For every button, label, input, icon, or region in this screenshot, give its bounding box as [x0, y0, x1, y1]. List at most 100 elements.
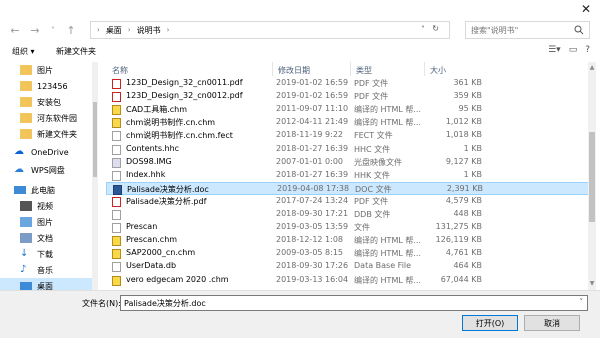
file-row[interactable]: Palisade决策分析.doc 2019-04-08 17:38 DOC 文件 2,… — [106, 181, 590, 195]
nav-item[interactable]: 视频 — [20, 198, 53, 214]
file-row[interactable]: Index.hhk 2018-01-27 16:39 HHK 文件 1 KB — [106, 169, 590, 182]
chevron-down-icon[interactable]: ˅ — [421, 25, 425, 34]
file-row[interactable]: UserData.db 2018-09-30 17:26 Data Base Fil… — [106, 260, 590, 273]
file-list: 名称 修改日期 类型 大小 123D_Design_32_cn0011.pdf 2… — [106, 62, 590, 290]
help-icon[interactable]: ? — [585, 45, 590, 55]
file-row[interactable]: vero edgecam 2020 .chm 2019-03-13 16:04 编译… — [106, 274, 590, 287]
scroll-down-icon[interactable]: ▼ — [589, 280, 595, 288]
file-row[interactable]: Prescan.chm 2018-12-12 1:08 编译的 HTML 帮... 1… — [106, 234, 590, 247]
up-icon[interactable]: ↑ — [64, 23, 78, 37]
column-header: 名称 修改日期 类型 大小 — [106, 62, 590, 76]
file-type: Data Base File — [354, 261, 412, 271]
forward-icon[interactable]: → — [28, 23, 42, 37]
address-row: ← → ˅ ↑ › 桌面 › 说明书 › ˅ ↻ 搜索"说明书" — [0, 18, 600, 42]
nav-item[interactable]: 图片 — [20, 62, 53, 78]
filename-input[interactable]: Palisade决策分析.doc ˅ — [120, 295, 588, 311]
nav-item[interactable]: 文档 — [20, 230, 53, 246]
scroll-thumb[interactable] — [93, 102, 97, 177]
refresh-icon[interactable]: ↻ — [432, 24, 439, 33]
file-row[interactable]: SAP2000_cn.chm 2009-03-05 8:15 编译的 HTML 帮.… — [106, 247, 590, 260]
organize-button[interactable]: 组织 ▾ — [12, 46, 35, 57]
file-type: 光盘映像文件 — [354, 157, 402, 167]
nav-item[interactable]: 新建文件夹 — [20, 126, 77, 142]
file-type: PDF 文件 — [354, 79, 389, 88]
chm-file-icon — [112, 105, 121, 116]
pdf-file-icon — [112, 196, 121, 207]
nav-item-wps[interactable]: ☁ WPS网盘 — [14, 162, 65, 178]
cancel-button[interactable]: 取消 — [524, 315, 580, 331]
file-row[interactable]: Prescan 2019-03-05 13:59 文件 131,275 KB — [106, 221, 590, 234]
column-divider[interactable] — [350, 62, 351, 76]
open-button[interactable]: 打开(O) — [462, 315, 518, 331]
file-date: 2019-01-02 16:59 — [276, 78, 349, 87]
nav-item[interactable]: 图片 — [20, 214, 53, 230]
nav-item-onedrive[interactable]: ☁ OneDrive — [14, 144, 69, 160]
view-options-icon[interactable]: ☰▾ — [548, 45, 561, 55]
file-icon — [112, 262, 121, 273]
file-row[interactable]: Palisade决策分析.pdf 2017-07-24 13:24 PDF 文件 4,… — [106, 195, 590, 208]
file-row[interactable]: chm说明书制作.cn.chm 2012-04-11 21:49 编译的 HTML … — [106, 116, 590, 129]
file-type: 编译的 HTML 帮... — [354, 236, 421, 246]
filename-value: Palisade决策分析.doc — [124, 298, 206, 308]
file-size: 1 KB — [463, 143, 482, 153]
preview-pane-icon[interactable]: ▭ — [569, 45, 578, 55]
file-type: DOC 文件 — [355, 184, 392, 194]
file-name: 123D_Design_32_cn0012.pdf — [126, 91, 243, 101]
file-list-scrollbar[interactable]: ▲ ▼ — [588, 62, 596, 290]
search-placeholder: 搜索"说明书" — [471, 25, 519, 35]
address-bar[interactable]: › 桌面 › 说明书 › ˅ ↻ — [90, 21, 450, 39]
file-row[interactable]: Contents.hhc 2018-01-27 16:39 HHC 文件 1 KB — [106, 143, 590, 156]
column-divider[interactable] — [272, 62, 273, 76]
pdf-file-icon — [112, 92, 121, 103]
file-name: CAD工具箱.chm — [126, 105, 188, 115]
file-size: 4,761 KB — [445, 248, 482, 258]
new-folder-button[interactable]: 新建文件夹 — [56, 46, 96, 57]
nav-scrollbar[interactable] — [92, 62, 98, 290]
nav-item[interactable]: ♪ 音乐 — [20, 262, 53, 278]
file-row[interactable]: chm说明书制作.cn.chm.fect 2018-11-19 9:22 FECT … — [106, 129, 590, 142]
file-size: 359 KB — [453, 91, 482, 101]
nav-item[interactable]: 安装包 — [20, 94, 61, 110]
nav-item[interactable]: 123456 — [20, 78, 68, 94]
scroll-thumb[interactable] — [589, 132, 595, 222]
file-type: HHK 文件 — [354, 170, 390, 180]
file-date: 2018-09-30 17:21 — [276, 209, 349, 218]
file-name: 123D_Design_32_cn0011.pdf — [126, 78, 243, 87]
file-row[interactable]: DOS98.IMG 2007-01-01 0:00 光盘映像文件 9,127 KB — [106, 156, 590, 169]
file-type: 编译的 HTML 帮... — [354, 105, 421, 115]
column-name[interactable]: 名称 — [112, 65, 128, 76]
cloud-icon: ☁ — [14, 146, 24, 157]
file-date: 2009-03-05 8:15 — [276, 248, 343, 258]
close-button[interactable]: ✕ — [578, 1, 594, 17]
column-size[interactable]: 大小 — [430, 65, 446, 76]
command-bar: 组织 ▾ 新建文件夹 ☰▾ ▭ ? — [0, 42, 600, 62]
file-row[interactable]: 2018-09-30 17:21 DDB 文件 448 KB — [106, 208, 590, 221]
file-date: 2019-03-05 13:59 — [276, 222, 349, 232]
file-row[interactable]: 123D_Design_32_cn0012.pdf 2019-01-02 16:5… — [106, 90, 590, 103]
recent-dropdown-icon[interactable]: ˅ — [46, 23, 60, 37]
file-date: 2011-09-07 11:10 — [276, 104, 349, 114]
file-name: UserData.db — [126, 261, 177, 271]
back-icon[interactable]: ← — [8, 23, 22, 37]
column-date[interactable]: 修改日期 — [278, 65, 310, 76]
view-controls: ☰▾ ▭ ? — [548, 45, 590, 55]
file-name: Palisade决策分析.pdf — [126, 196, 207, 206]
column-divider[interactable] — [424, 62, 425, 76]
chevron-down-icon[interactable]: ˅ — [580, 298, 584, 306]
search-input[interactable]: 搜索"说明书" — [465, 21, 590, 39]
navigation-pane: 图片 123456 安装包 河东软件园 新建文件夹 ☁ OneDrive ☁ W… — [0, 62, 98, 290]
nav-item[interactable]: 河东软件园 — [20, 110, 77, 126]
folder-icon — [20, 65, 32, 75]
nav-item[interactable]: ↓ 下载 — [20, 246, 53, 262]
close-icon: ✕ — [580, 2, 592, 16]
file-size: 95 KB — [458, 104, 482, 114]
breadcrumb-desktop[interactable]: 桌面 — [106, 25, 122, 36]
nav-item-desktop[interactable]: 桌面 — [0, 278, 92, 290]
column-type[interactable]: 类型 — [356, 65, 372, 76]
nav-item-this-pc[interactable]: 此电脑 — [14, 182, 55, 198]
breadcrumb-manuals[interactable]: 说明书 — [137, 25, 161, 36]
file-row[interactable]: CAD工具箱.chm 2011-09-07 11:10 编译的 HTML 帮... 9… — [106, 103, 590, 116]
file-date: 2018-01-27 16:39 — [276, 143, 349, 153]
scroll-up-icon[interactable]: ▲ — [589, 64, 595, 72]
file-row[interactable]: 123D_Design_32_cn0011.pdf 2019-01-02 16:5… — [106, 77, 590, 90]
